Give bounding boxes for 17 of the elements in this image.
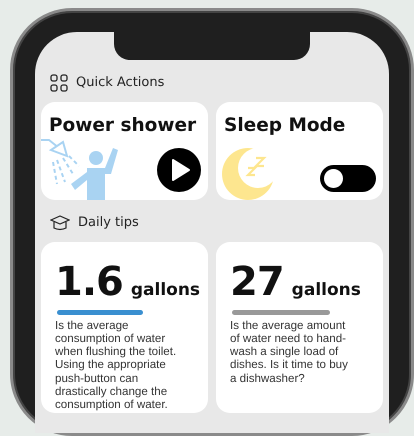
tip-number: 1.6	[55, 262, 123, 302]
card-title: Sleep Mode	[224, 114, 346, 138]
quick-action-card[interactable]: Sleep Mode	[216, 102, 383, 200]
card-title: Power shower	[49, 114, 196, 138]
tip-unit: gallons	[292, 279, 361, 302]
graduation-cap-icon	[50, 215, 70, 231]
quick-action-card[interactable]: Power shower	[41, 102, 208, 200]
tip-text: Is the average amount of water need to hand-wash a single load of dishes. Is it time to buy a dishwasher?	[230, 318, 349, 386]
grid-icon	[50, 74, 68, 92]
tip-unit: gallons	[130, 279, 200, 302]
tip-number: 27	[230, 262, 284, 302]
toggle-switch[interactable]	[320, 165, 376, 192]
play-button[interactable]	[157, 148, 201, 192]
moon-drawing	[222, 146, 274, 200]
tip-text: Is the average consumption of water when flushing the toilet. Using the appropriate push-button can drastically change the consumption of water.	[55, 318, 178, 412]
section-title: Quick Actions	[76, 74, 164, 92]
section-title: Daily tips	[78, 214, 139, 232]
